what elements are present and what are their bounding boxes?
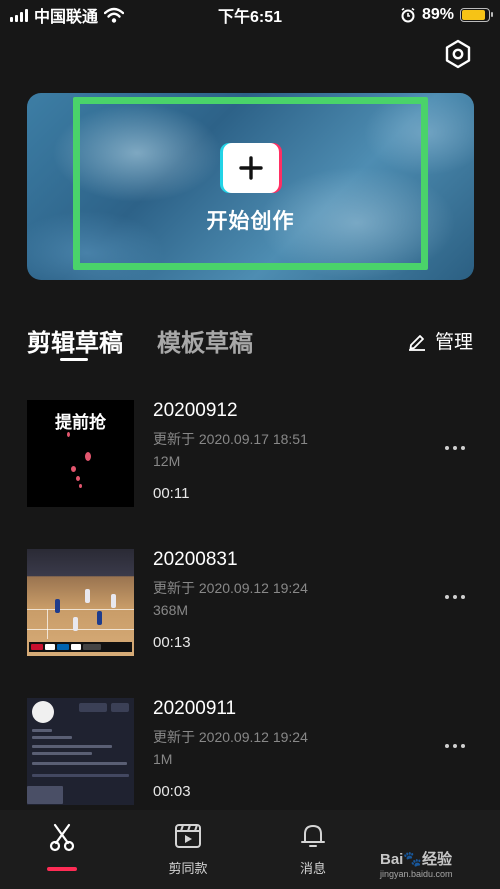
nav-edit[interactable]: [17, 822, 107, 852]
nav-messages-label: 消息: [299, 861, 326, 876]
player: [73, 617, 78, 631]
tab-active-indicator: [60, 358, 88, 361]
template-clapper-icon: [175, 824, 201, 848]
nav-templates-label: 剪同款: [168, 861, 208, 876]
draft-thumbnail[interactable]: [27, 698, 134, 805]
nav-messages[interactable]: 消息: [268, 822, 358, 877]
watermark: Bai🐾经验 jingyan.baidu.com: [380, 848, 453, 879]
status-bar: 中国联通 下午6:51 89%: [0, 0, 500, 30]
pencil-icon: [409, 334, 425, 351]
draft-title: 20200911: [153, 698, 237, 719]
court-line: [47, 609, 48, 639]
watermark-text: Bai🐾经验: [380, 851, 453, 868]
thumbnail-particle: [71, 466, 76, 472]
thumbnail-pill: [111, 703, 129, 712]
thumbnail-line: [32, 762, 127, 765]
player: [97, 611, 102, 625]
wifi-icon: [104, 7, 125, 23]
manage-button[interactable]: 管理: [407, 327, 473, 354]
draft-size: 1M: [153, 751, 173, 767]
player: [111, 594, 116, 608]
thumbnail-line: [32, 752, 92, 755]
thumbnail-pill: [79, 703, 107, 712]
start-creation-label: 开始创作: [206, 209, 295, 233]
tab-template-drafts[interactable]: 模板草稿: [157, 323, 253, 358]
thumbnail-line: [32, 736, 72, 739]
draft-item[interactable]: 20200911 更新于 2020.09.12 19:24 1M 00:03: [27, 698, 474, 806]
draft-item[interactable]: 20200831 更新于 2020.09.12 19:24 368M 00:13: [27, 549, 474, 657]
draft-item[interactable]: 提前抢 20200912 更新于 2020.09.17 18:51 12M 00…: [27, 400, 474, 508]
draft-duration: 00:13: [153, 634, 191, 651]
battery-icon: [460, 8, 493, 22]
draft-size: 12M: [153, 453, 181, 469]
manage-label: 管理: [435, 332, 474, 353]
court-line: [27, 629, 134, 630]
status-right: 89%: [400, 6, 493, 24]
battery-fill: [462, 10, 486, 20]
settings-button[interactable]: [442, 38, 474, 70]
draft-title: 20200912: [153, 400, 238, 421]
carrier-label: 中国联通: [34, 9, 99, 26]
more-options-icon[interactable]: [445, 595, 465, 599]
battery-percent: 89%: [421, 6, 454, 23]
draft-duration: 00:11: [153, 485, 190, 502]
draft-thumbnail[interactable]: [27, 549, 134, 656]
nav-templates[interactable]: 剪同款: [143, 822, 233, 877]
thumbnail-particle: [76, 476, 80, 481]
alarm-icon: [401, 7, 415, 23]
start-creation-button[interactable]: 开始创作: [73, 97, 428, 270]
draft-title: 20200831: [153, 549, 238, 570]
thumbnail-card: [27, 786, 63, 804]
thumbnail-line: [32, 729, 52, 732]
player: [55, 599, 60, 613]
thumbnail-line: [32, 774, 129, 777]
thumbnail-particle: [67, 432, 70, 437]
thumbnail-text: 提前抢: [55, 413, 106, 432]
court-line: [27, 609, 134, 610]
signal-icon: [10, 8, 28, 22]
gear-hexagon-icon: [445, 39, 471, 69]
draft-duration: 00:03: [153, 783, 191, 800]
watermark-sub: jingyan.baidu.com: [380, 869, 453, 879]
thumbnail-particle: [85, 452, 91, 461]
draft-updated: 更新于 2020.09.12 19:24: [153, 729, 308, 745]
status-left: 中国联通: [10, 3, 125, 27]
player: [85, 589, 90, 603]
more-options-icon[interactable]: [445, 744, 465, 748]
plus-button[interactable]: [222, 142, 279, 193]
scoreboard: [29, 642, 132, 652]
nav-active-indicator: [47, 867, 77, 871]
thumbnail-avatar: [32, 701, 54, 723]
thumbnail-particle: [79, 484, 82, 488]
draft-updated: 更新于 2020.09.17 18:51: [153, 431, 308, 447]
bell-icon: [301, 825, 325, 847]
more-options-icon[interactable]: [445, 446, 465, 450]
draft-size: 368M: [153, 602, 189, 618]
draft-thumbnail[interactable]: 提前抢: [27, 400, 134, 507]
scissors-icon: [49, 823, 75, 852]
thumbnail-line: [32, 745, 112, 748]
tab-edit-drafts[interactable]: 剪辑草稿: [27, 323, 123, 358]
draft-updated: 更新于 2020.09.12 19:24: [153, 580, 308, 596]
plus-icon: [238, 155, 263, 180]
